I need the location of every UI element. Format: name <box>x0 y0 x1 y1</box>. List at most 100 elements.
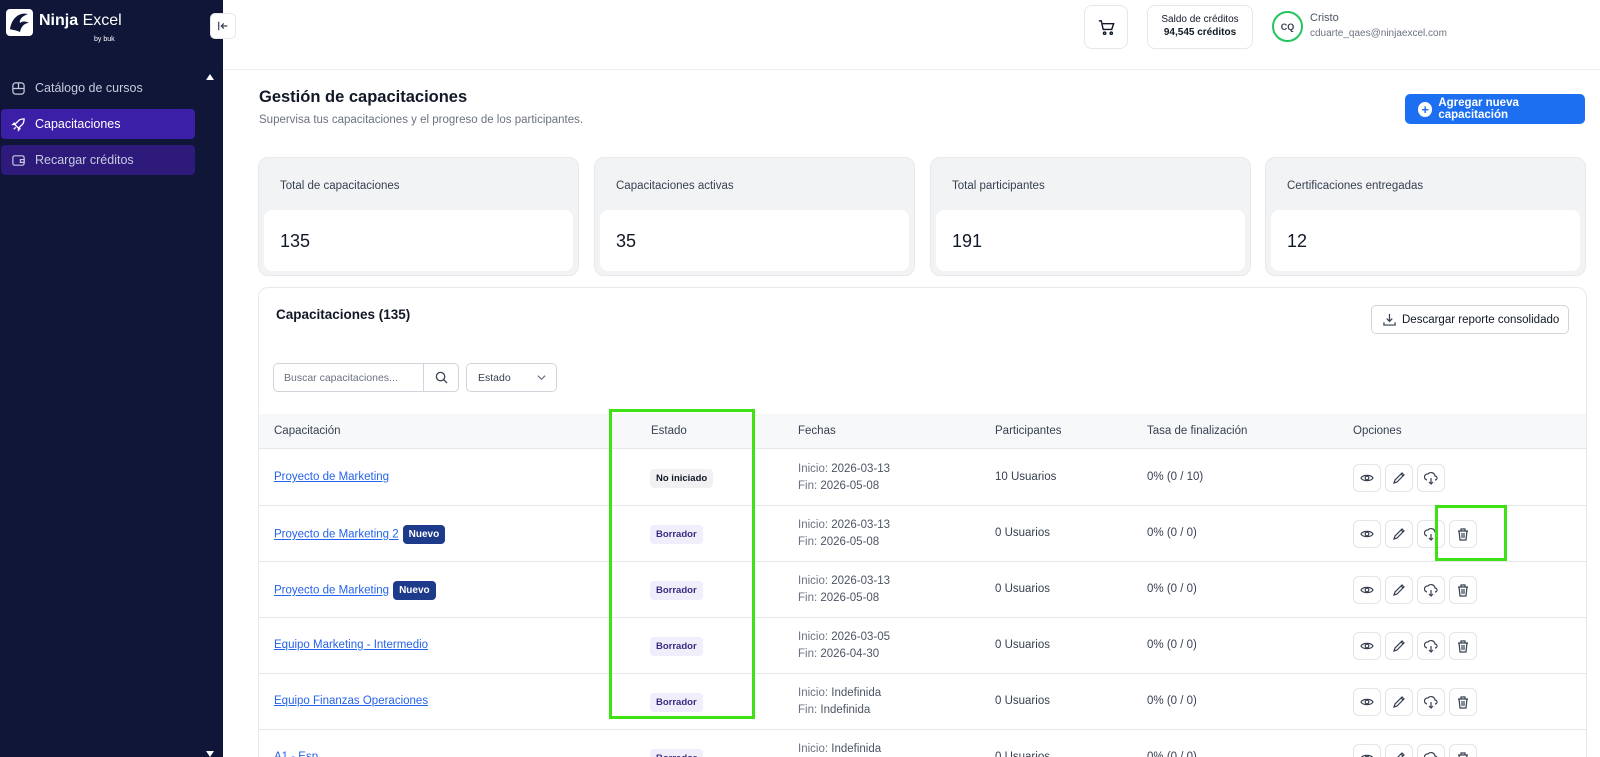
stat-label: Capacitaciones activas <box>616 180 734 192</box>
delete-button[interactable] <box>1449 688 1477 716</box>
scroll-down-icon[interactable] <box>206 751 214 757</box>
avatar[interactable]: CQ <box>1272 11 1303 42</box>
training-link[interactable]: A1 - Esp <box>274 751 318 757</box>
dates-cell: Inicio: Indefinida Fin: Indefinida <box>798 685 881 719</box>
ninja-logo-icon <box>6 9 33 36</box>
download-report-label: Descargar reporte consolidado <box>1402 313 1560 326</box>
status-filter-select[interactable]: Estado <box>466 363 557 392</box>
training-link[interactable]: Proyecto de Marketing 2 <box>274 529 399 541</box>
edit-button[interactable] <box>1385 576 1413 604</box>
dates-cell: Inicio: 2026-03-13 Fin: 2026-05-08 <box>798 461 890 495</box>
end-label: Fin: <box>798 704 818 716</box>
cloud-download-icon <box>1424 751 1438 757</box>
participants-cell: 0 Usuarios <box>995 695 1050 707</box>
status-badge: No iniciado <box>650 469 714 488</box>
start-label: Inicio: <box>798 519 829 531</box>
status-cell: No iniciado <box>650 469 714 488</box>
search-input[interactable] <box>274 364 423 391</box>
edit-button[interactable] <box>1385 688 1413 716</box>
sidebar-item-label: Capacitaciones <box>35 117 121 131</box>
training-link[interactable]: Proyecto de Marketing <box>274 585 389 597</box>
new-badge: Nuevo <box>393 581 436 600</box>
training-name-cell: Proyecto de Marketing 2 Nuevo <box>274 525 446 544</box>
edit-button[interactable] <box>1385 520 1413 548</box>
view-button[interactable] <box>1353 744 1381 757</box>
view-button[interactable] <box>1353 632 1381 660</box>
collapse-sidebar-button[interactable] <box>210 13 236 39</box>
delete-button[interactable] <box>1449 632 1477 660</box>
start-label: Inicio: <box>798 575 829 587</box>
cart-button[interactable] <box>1084 5 1128 49</box>
end-label: Fin: <box>798 480 818 492</box>
view-button[interactable] <box>1353 520 1381 548</box>
wallet-icon <box>10 152 26 168</box>
view-button[interactable] <box>1353 576 1381 604</box>
download-participants-button[interactable] <box>1417 744 1445 757</box>
stat-label: Certificaciones entregadas <box>1287 180 1424 192</box>
add-training-button[interactable]: + Agregar nueva capacitación <box>1405 94 1585 124</box>
panel-title: Capacitaciones (135) <box>276 307 411 322</box>
download-participants-button[interactable] <box>1417 576 1445 604</box>
stat-card-active: Capacitaciones activas 35 <box>594 157 915 276</box>
participants-cell: 0 Usuarios <box>995 527 1050 539</box>
end-date: 2026-04-30 <box>820 648 880 660</box>
sidebar-item-catalogo[interactable]: Catálogo de cursos <box>1 73 195 103</box>
eye-icon <box>1360 471 1374 485</box>
stat-value: 12 <box>1287 231 1308 251</box>
brand-logo[interactable]: Ninja Excel by buk <box>6 9 206 49</box>
status-badge: Borrador <box>650 525 703 544</box>
search-icon <box>435 371 448 384</box>
download-report-button[interactable]: Descargar reporte consolidado <box>1371 305 1569 334</box>
delete-button[interactable] <box>1449 576 1477 604</box>
edit-button[interactable] <box>1385 464 1413 492</box>
page-subtitle: Supervisa tus capacitaciones y el progre… <box>259 114 584 126</box>
sidebar-item-recargar[interactable]: Recargar créditos <box>1 145 195 175</box>
eye-icon <box>1360 639 1374 653</box>
training-link[interactable]: Equipo Marketing - Intermedio <box>274 639 428 651</box>
status-cell: Borrador <box>650 637 703 656</box>
eye-icon <box>1360 751 1374 757</box>
stat-label: Total de capacitaciones <box>280 180 400 192</box>
download-icon <box>1383 313 1396 326</box>
training-name-cell: Proyecto de Marketing Nuevo <box>274 581 436 600</box>
column-header: Participantes <box>995 425 1062 437</box>
edit-button[interactable] <box>1385 632 1413 660</box>
completion-cell: 0% (0 / 0) <box>1147 527 1197 539</box>
participants-cell: 0 Usuarios <box>995 583 1050 595</box>
training-link[interactable]: Proyecto de Marketing <box>274 471 389 483</box>
search-field <box>273 363 459 392</box>
download-participants-button[interactable] <box>1417 464 1445 492</box>
search-button[interactable] <box>423 364 458 391</box>
stat-value: 35 <box>616 231 637 251</box>
page-title: Gestión de capacitaciones <box>259 88 468 106</box>
table-row: Equipo Marketing - Intermedio Borrador Ini… <box>259 618 1586 674</box>
trash-icon <box>1456 527 1470 541</box>
completion-cell: 0% (0 / 0) <box>1147 583 1197 595</box>
pencil-icon <box>1392 583 1406 597</box>
download-participants-button[interactable] <box>1417 688 1445 716</box>
edit-button[interactable] <box>1385 744 1413 757</box>
dates-cell: Inicio: Indefinida <box>798 741 881 757</box>
status-badge: Borrador <box>650 749 703 757</box>
download-participants-button[interactable] <box>1417 632 1445 660</box>
sidebar-item-capacitaciones[interactable]: Capacitaciones <box>1 109 195 139</box>
trash-icon <box>1456 695 1470 709</box>
collapse-icon <box>218 21 228 31</box>
dates-cell: Inicio: 2026-03-05 Fin: 2026-04-30 <box>798 629 890 663</box>
scroll-up-icon[interactable] <box>206 74 214 80</box>
brand-name-bold: Ninja <box>39 12 79 29</box>
column-header: Fechas <box>798 425 836 437</box>
add-training-label: Agregar nueva capacitación <box>1438 97 1519 121</box>
chevron-down-icon <box>537 375 546 381</box>
view-button[interactable] <box>1353 688 1381 716</box>
download-participants-button[interactable] <box>1417 520 1445 548</box>
delete-button[interactable] <box>1449 520 1477 548</box>
training-link[interactable]: Equipo Finanzas Operaciones <box>274 695 428 707</box>
table-row: Proyecto de Marketing Nuevo Borrador Inicio… <box>259 562 1586 618</box>
status-badge: Borrador <box>650 637 703 656</box>
column-header: Estado <box>651 425 687 437</box>
view-button[interactable] <box>1353 464 1381 492</box>
start-date: 2026-03-13 <box>831 463 891 475</box>
delete-button[interactable] <box>1449 744 1477 757</box>
eye-icon <box>1360 583 1374 597</box>
